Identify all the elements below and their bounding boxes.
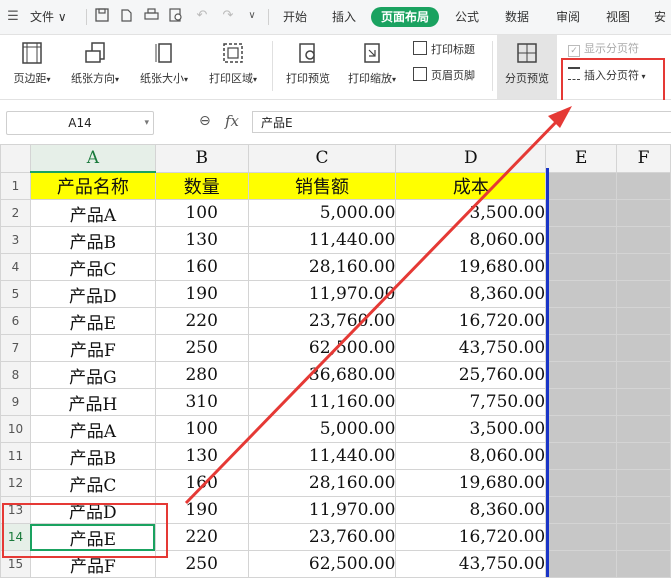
annotation-arrow xyxy=(184,106,572,505)
